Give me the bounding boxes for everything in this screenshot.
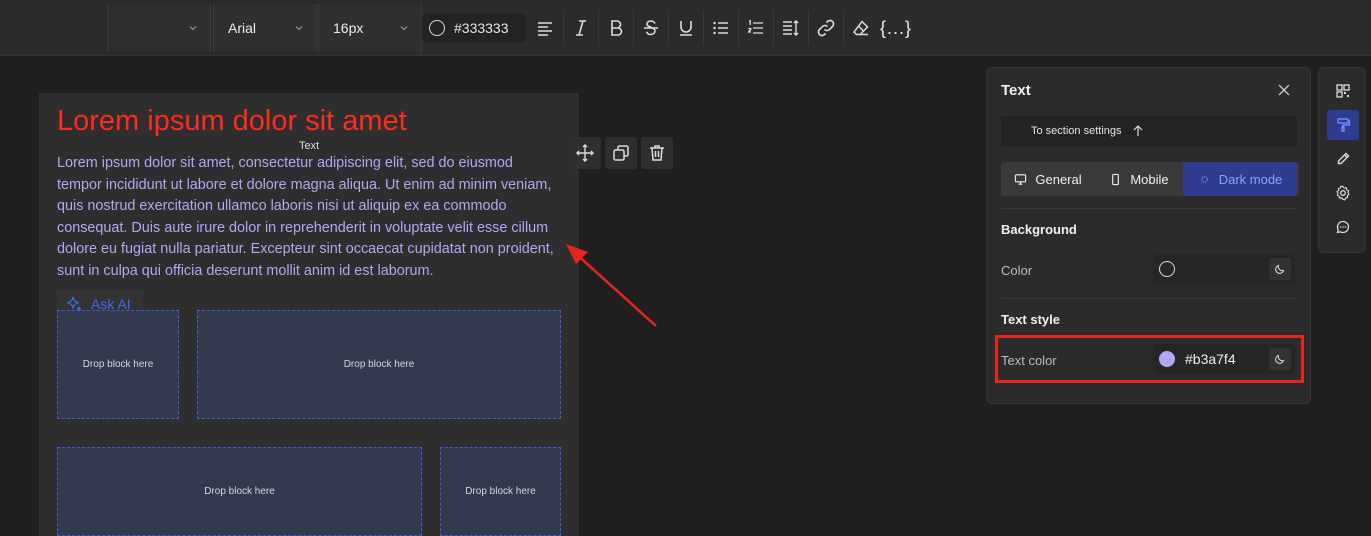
panel-title: Text bbox=[1001, 82, 1031, 99]
copy-icon bbox=[613, 145, 629, 161]
drop-zone[interactable]: Drop block here bbox=[197, 310, 561, 419]
numbered-list-button[interactable] bbox=[738, 10, 772, 46]
to-section-label: To section settings bbox=[1031, 125, 1122, 137]
paint-roller-icon bbox=[1337, 118, 1351, 132]
email-editor: Arial 16px #333333 {...} Lorem ipsum dol… bbox=[0, 0, 1371, 536]
divider bbox=[1001, 298, 1297, 299]
link-icon bbox=[817, 19, 834, 37]
tab-general[interactable]: General bbox=[1001, 162, 1095, 196]
drop-zone[interactable]: Drop block here bbox=[57, 447, 422, 536]
color-swatch-icon bbox=[429, 20, 445, 36]
background-color-label: Color bbox=[1001, 263, 1033, 278]
divider bbox=[1001, 208, 1297, 209]
drop-zone[interactable]: Drop block here bbox=[57, 310, 179, 419]
bold-button[interactable] bbox=[598, 10, 632, 46]
font-size-select[interactable]: 16px bbox=[318, 4, 422, 52]
color-swatch-icon bbox=[1159, 261, 1175, 277]
text-block-tag: Text bbox=[299, 140, 320, 152]
text-color-picker[interactable]: #333333 bbox=[422, 14, 526, 42]
eraser-icon bbox=[852, 20, 869, 36]
numbered-list-icon bbox=[747, 19, 763, 34]
chevron-down-icon bbox=[295, 26, 303, 31]
chevron-down-icon bbox=[400, 26, 408, 31]
font-family-select[interactable]: Arial bbox=[213, 4, 317, 52]
link-button[interactable] bbox=[808, 10, 842, 46]
desktop-icon bbox=[1015, 173, 1027, 185]
settings-tabs: General Mobile Dark mode bbox=[1001, 162, 1299, 196]
strikethrough-button[interactable] bbox=[633, 10, 667, 46]
blocks-button[interactable] bbox=[1327, 76, 1359, 106]
pencil-icon bbox=[1337, 152, 1350, 165]
block-type-select[interactable] bbox=[107, 4, 211, 52]
underline-button[interactable] bbox=[668, 10, 702, 46]
annotation-highlight-box bbox=[995, 335, 1304, 383]
line-height-icon bbox=[782, 20, 798, 36]
text-toolbar: Arial 16px #333333 {...} bbox=[0, 0, 1371, 56]
tab-general-label: General bbox=[1035, 171, 1082, 187]
italic-button[interactable] bbox=[563, 10, 597, 46]
move-icon bbox=[576, 144, 594, 162]
bold-icon bbox=[610, 20, 622, 36]
underline-icon bbox=[679, 21, 692, 36]
annotation-arrow bbox=[566, 244, 657, 327]
merge-tags-button[interactable]: {...} bbox=[878, 10, 914, 46]
chevron-down-icon bbox=[189, 26, 197, 31]
sun-icon bbox=[1200, 175, 1208, 183]
move-block-button[interactable] bbox=[569, 137, 601, 169]
align-left-icon bbox=[538, 22, 552, 36]
bulleted-list-button[interactable] bbox=[703, 10, 737, 46]
heading-text[interactable]: Lorem ipsum dolor sit amet bbox=[57, 105, 407, 138]
side-rail bbox=[1318, 67, 1366, 253]
grid-icon bbox=[1336, 84, 1350, 98]
mobile-icon bbox=[1112, 173, 1120, 185]
bullet-list-icon bbox=[712, 21, 728, 35]
background-section-title: Background bbox=[1001, 222, 1077, 237]
gear-icon bbox=[1336, 185, 1350, 201]
to-section-settings-button[interactable]: To section settings bbox=[1001, 116, 1297, 146]
chat-icon bbox=[1336, 220, 1350, 234]
font-size-value: 16px bbox=[333, 20, 364, 36]
delete-block-button[interactable] bbox=[641, 137, 673, 169]
tab-mobile-label: Mobile bbox=[1130, 171, 1169, 187]
edit-button[interactable] bbox=[1327, 144, 1359, 174]
drop-zone[interactable]: Drop block here bbox=[440, 447, 561, 536]
tab-dark-mode[interactable]: Dark mode bbox=[1183, 162, 1297, 196]
body-text[interactable]: Lorem ipsum dolor sit amet, consectetur … bbox=[57, 153, 559, 283]
text-style-section-title: Text style bbox=[1001, 312, 1061, 327]
email-canvas: Lorem ipsum dolor sit amet Text Lorem ip… bbox=[39, 93, 579, 536]
settings-button[interactable] bbox=[1327, 178, 1359, 208]
clear-format-button[interactable] bbox=[843, 10, 877, 46]
close-icon[interactable] bbox=[1277, 83, 1291, 97]
line-height-button[interactable] bbox=[773, 10, 807, 46]
text-color-value: #333333 bbox=[454, 20, 509, 36]
align-button[interactable] bbox=[528, 10, 562, 46]
dark-mode-toggle[interactable] bbox=[1269, 258, 1291, 280]
tab-mobile[interactable]: Mobile bbox=[1095, 162, 1183, 196]
font-family-value: Arial bbox=[228, 20, 257, 36]
trash-icon bbox=[650, 145, 664, 161]
background-color-input[interactable] bbox=[1153, 254, 1295, 284]
tab-dark-mode-label: Dark mode bbox=[1218, 171, 1283, 187]
strikethrough-icon bbox=[643, 20, 658, 36]
italic-icon bbox=[575, 20, 586, 36]
arrow-up-icon bbox=[1133, 125, 1142, 136]
moon-icon bbox=[1275, 264, 1285, 274]
comments-button[interactable] bbox=[1327, 212, 1359, 242]
appearance-button[interactable] bbox=[1327, 110, 1359, 140]
duplicate-block-button[interactable] bbox=[605, 137, 637, 169]
